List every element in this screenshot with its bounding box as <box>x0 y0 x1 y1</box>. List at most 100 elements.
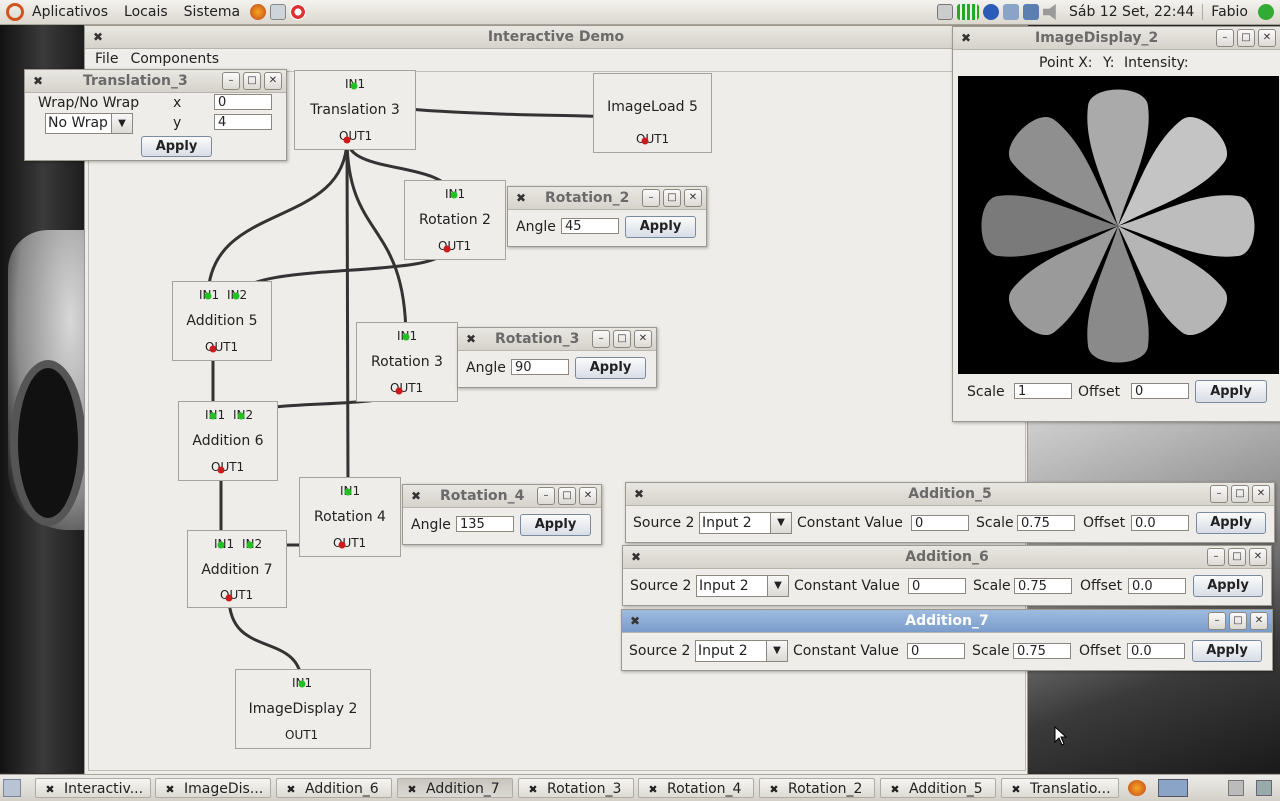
task-addition-6[interactable]: ✖ Addition_6 <box>276 778 392 798</box>
chevron-down-icon[interactable]: ▼ <box>111 114 132 133</box>
dialog-titlebar[interactable]: ✖ Rotation_4 – □ ✕ <box>403 485 601 508</box>
pin-dot-in <box>298 680 306 688</box>
apply-button[interactable]: Apply <box>1193 575 1263 597</box>
dialog-titlebar[interactable]: ✖ Rotation_2 – □ ✕ <box>508 187 706 210</box>
dialog-titlebar[interactable]: ✖ ImageDisplay_2 – □ ✕ <box>953 27 1280 50</box>
dialog-titlebar[interactable]: ✖ Addition_7 – □ ✕ <box>622 610 1272 633</box>
dialog-titlebar[interactable]: ✖ Addition_5 – □ ✕ <box>626 483 1274 506</box>
maximize-button[interactable]: □ <box>613 330 631 348</box>
java-app-icon: ✖ <box>286 783 296 796</box>
angle-input[interactable]: 90 <box>511 359 569 375</box>
x-input[interactable]: 0 <box>214 94 272 110</box>
offset-input[interactable]: 0.0 <box>1128 578 1186 594</box>
source2-select[interactable]: Input 2 ▼ <box>695 640 788 662</box>
maximize-button[interactable]: □ <box>558 487 576 505</box>
wrap-select[interactable]: No Wrap ▼ <box>45 113 133 134</box>
apply-button[interactable]: Apply <box>625 216 696 238</box>
workspace-switcher-icon[interactable] <box>1158 779 1188 797</box>
close-button[interactable]: ✕ <box>1258 29 1276 47</box>
close-button[interactable]: ✕ <box>264 72 282 90</box>
chevron-down-icon[interactable]: ▼ <box>770 513 791 533</box>
pin-dot-out <box>443 245 451 253</box>
dialog-title: Addition_6 <box>905 549 989 565</box>
offset-input[interactable]: 0 <box>1131 383 1189 399</box>
panel-applet-icon[interactable] <box>1228 780 1244 796</box>
task-translation[interactable]: ✖ Translatio... <box>1001 778 1119 798</box>
pin-dot-out <box>225 594 233 602</box>
close-button[interactable]: ✕ <box>1250 612 1268 630</box>
task-addition-7[interactable]: ✖ Addition_7 <box>397 778 513 798</box>
apply-button[interactable]: Apply <box>1196 512 1266 534</box>
minimize-button[interactable]: – <box>222 72 240 90</box>
task-label: Rotation_4 <box>667 781 742 797</box>
close-button[interactable]: ✕ <box>1252 485 1270 503</box>
close-button[interactable]: ✕ <box>1249 548 1267 566</box>
apply-button[interactable]: Apply <box>575 357 646 379</box>
image-display-canvas[interactable] <box>958 76 1279 374</box>
offset-input[interactable]: 0.0 <box>1127 643 1185 659</box>
close-button[interactable]: ✕ <box>634 330 652 348</box>
task-addition-5[interactable]: ✖ Addition_5 <box>880 778 996 798</box>
offset-input[interactable]: 0.0 <box>1131 515 1189 531</box>
angle-label: Angle <box>411 517 451 533</box>
scale-input[interactable]: 0.75 <box>1014 578 1072 594</box>
maximize-button[interactable]: □ <box>1231 485 1249 503</box>
task-rotation-3[interactable]: ✖ Rotation_3 <box>518 778 634 798</box>
maximize-button[interactable]: □ <box>663 189 681 207</box>
firefox-task-icon[interactable] <box>1128 780 1146 796</box>
chevron-down-icon[interactable]: ▼ <box>766 641 787 661</box>
java-app-icon: ✖ <box>515 191 527 205</box>
offset-label: Offset <box>1079 643 1122 659</box>
source2-select[interactable]: Input 2 ▼ <box>699 512 792 534</box>
maximize-button[interactable]: □ <box>1237 29 1255 47</box>
task-label: Interactiv... <box>64 781 144 797</box>
maximize-button[interactable]: □ <box>1228 548 1246 566</box>
apply-button[interactable]: Apply <box>520 514 591 536</box>
minimize-button[interactable]: – <box>1207 548 1225 566</box>
minimize-button[interactable]: – <box>1210 485 1228 503</box>
apply-button[interactable]: Apply <box>141 136 212 157</box>
apply-button[interactable]: Apply <box>1192 640 1262 662</box>
chevron-down-icon[interactable]: ▼ <box>767 576 788 596</box>
pin-dot-in <box>209 412 217 420</box>
angle-input[interactable]: 135 <box>456 516 514 532</box>
constant-label: Constant Value <box>797 515 903 531</box>
maximize-button[interactable]: □ <box>243 72 261 90</box>
constant-input[interactable]: 0 <box>907 643 965 659</box>
minimize-button[interactable]: – <box>1208 612 1226 630</box>
pin-dot-in <box>450 191 458 199</box>
y-input[interactable]: 4 <box>214 114 272 130</box>
minimize-button[interactable]: – <box>537 487 555 505</box>
show-desktop-icon[interactable] <box>3 779 21 797</box>
angle-label: Angle <box>516 219 556 235</box>
java-app-icon: ✖ <box>648 783 658 796</box>
task-interactive-demo[interactable]: ✖ Interactiv... <box>35 778 151 798</box>
scale-input[interactable]: 0.75 <box>1013 643 1071 659</box>
trash-icon[interactable] <box>1256 780 1272 796</box>
apply-button[interactable]: Apply <box>1195 380 1267 403</box>
task-imagedisplay[interactable]: ✖ ImageDis... <box>155 778 271 798</box>
rotation-4-dialog: ✖ Rotation_4 – □ ✕ Angle 135 Apply <box>402 484 602 545</box>
translation-3-dialog: ✖ Translation_3 – □ ✕ Wrap/No Wrap x 0 N… <box>24 69 287 161</box>
angle-input[interactable]: 45 <box>561 218 619 234</box>
scale-input[interactable]: 0.75 <box>1017 515 1075 531</box>
dialog-titlebar[interactable]: ✖ Rotation_3 – □ ✕ <box>458 328 656 351</box>
minimize-button[interactable]: – <box>1216 29 1234 47</box>
minimize-button[interactable]: – <box>592 330 610 348</box>
java-app-icon: ✖ <box>1011 783 1021 796</box>
close-button[interactable]: ✕ <box>684 189 702 207</box>
close-button[interactable]: ✕ <box>579 487 597 505</box>
constant-input[interactable]: 0 <box>911 515 969 531</box>
minimize-button[interactable]: – <box>642 189 660 207</box>
dialog-titlebar[interactable]: ✖ Addition_6 – □ ✕ <box>623 546 1271 569</box>
source2-select[interactable]: Input 2 ▼ <box>696 575 789 597</box>
java-app-icon: ✖ <box>165 783 175 796</box>
angle-label: Angle <box>466 360 506 376</box>
maximize-button[interactable]: □ <box>1229 612 1247 630</box>
task-rotation-4[interactable]: ✖ Rotation_4 <box>638 778 754 798</box>
scale-input[interactable]: 1 <box>1014 383 1072 399</box>
task-rotation-2[interactable]: ✖ Rotation_2 <box>759 778 875 798</box>
dialog-titlebar[interactable]: ✖ Translation_3 – □ ✕ <box>25 70 286 93</box>
constant-input[interactable]: 0 <box>908 578 966 594</box>
y-label: y <box>173 115 182 131</box>
